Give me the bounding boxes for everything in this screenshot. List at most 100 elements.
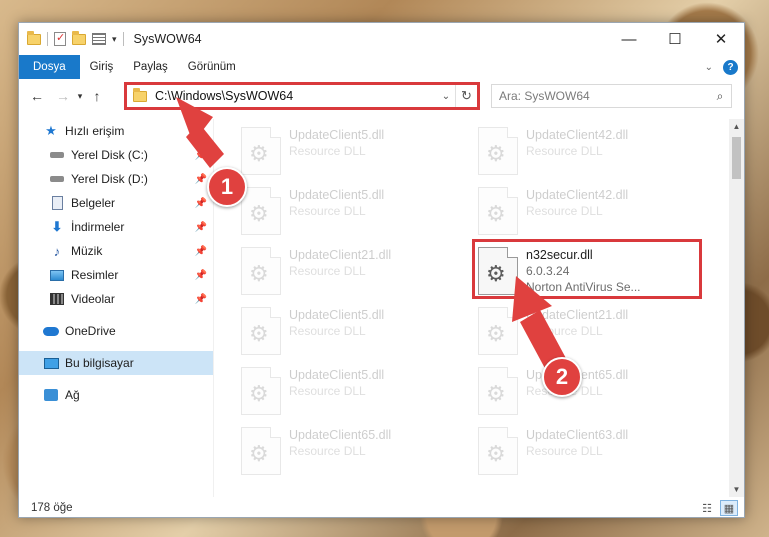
forward-arrow-icon[interactable]: →	[53, 88, 73, 104]
tab-view[interactable]: Görünüm	[178, 55, 246, 79]
videos-icon	[49, 292, 65, 306]
scrollbar-thumb[interactable]	[732, 137, 741, 179]
file-item[interactable]: ⚙ UpdateClient21.dll Resource DLL	[241, 243, 471, 299]
search-box[interactable]: Ara: SysWOW64 ⌕	[491, 84, 732, 108]
file-type: Resource DLL	[289, 444, 366, 458]
dll-file-icon: ⚙	[241, 187, 281, 235]
pin-icon[interactable]: 📌	[195, 198, 207, 209]
sidebar-item-label: İndirmeler	[71, 220, 125, 234]
search-icon[interactable]: ⌕	[709, 89, 731, 104]
sidebar-item-label: Belgeler	[71, 196, 116, 210]
sidebar-item-videos[interactable]: Videolar 📌	[19, 287, 213, 311]
file-name: UpdateClient5.dll	[289, 188, 385, 202]
sidebar-item-label: OneDrive	[65, 324, 116, 338]
file-type: Resource DLL	[526, 204, 603, 218]
recent-locations-chevron-icon[interactable]: ▾	[73, 91, 87, 102]
item-count: 178 öğe	[31, 502, 73, 514]
status-bar: 178 öğe ☷ ▦	[19, 497, 744, 519]
onedrive-icon	[43, 324, 59, 338]
file-item[interactable]: ⚙ UpdateClient5.dll Resource DLL	[241, 183, 471, 239]
sidebar-item-quick-access[interactable]: ★ Hızlı erişim	[19, 119, 213, 143]
window-title: SysWOW64	[133, 32, 202, 46]
view-switcher: ☷ ▦	[698, 500, 738, 516]
pin-icon[interactable]: 📌	[195, 246, 207, 257]
chevron-down-icon[interactable]: ▾	[112, 34, 117, 45]
star-icon: ★	[45, 123, 57, 138]
file-item[interactable]: ⚙ UpdateClient5.dll Resource DLL	[241, 123, 471, 179]
file-item[interactable]: ⚙ UpdateClient21.dll Resource DLL	[478, 303, 708, 359]
details-view-icon[interactable]: ☷	[698, 500, 716, 516]
vertical-scrollbar[interactable]: ▲ ▼	[729, 119, 744, 497]
toolbar-separator	[47, 32, 48, 46]
back-arrow-icon[interactable]: ←	[27, 88, 47, 104]
title-bar: ▾ SysWOW64 — ☐ ✕	[19, 23, 744, 55]
new-folder-icon[interactable]	[72, 30, 86, 45]
sidebar-item-downloads[interactable]: ⬇ İndirmeler 📌	[19, 215, 213, 239]
close-button[interactable]: ✕	[698, 23, 744, 55]
file-item[interactable]: ⚙ UpdateClient65.dll Resource DLL	[241, 423, 471, 479]
file-name: UpdateClient21.dll	[526, 308, 629, 322]
search-input[interactable]: Ara: SysWOW64	[499, 89, 709, 103]
up-arrow-icon[interactable]: ↑	[87, 88, 107, 104]
file-item[interactable]: ⚙ UpdateClient5.dll Resource DLL	[241, 303, 471, 359]
help-icon[interactable]: ?	[723, 59, 738, 75]
sidebar-item-this-pc[interactable]: Bu bilgisayar	[19, 351, 213, 375]
file-name: UpdateClient5.dll	[289, 308, 385, 322]
file-item[interactable]: ⚙ UpdateClient5.dll Resource DLL	[241, 363, 471, 419]
sidebar-item-label: Müzik	[71, 244, 103, 258]
sidebar-item-pictures[interactable]: Resimler 📌	[19, 263, 213, 287]
file-name: UpdateClient21.dll	[289, 248, 392, 262]
file-name: UpdateClient63.dll	[526, 428, 629, 442]
navigation-pane: ★ Hızlı erişim Yerel Disk (C:) 📌 Yerel D…	[19, 119, 213, 497]
sidebar-item-local-disk-c[interactable]: Yerel Disk (C:) 📌	[19, 143, 213, 167]
file-item[interactable]: ⚙ UpdateClient42.dll Resource DLL	[478, 123, 708, 179]
pin-icon[interactable]: 📌	[195, 150, 207, 161]
file-name: UpdateClient42.dll	[526, 128, 629, 142]
scroll-down-icon[interactable]: ▼	[729, 482, 744, 497]
tiles-view-icon[interactable]: ▦	[720, 500, 738, 516]
dll-file-icon: ⚙	[478, 427, 518, 475]
folder-icon	[27, 30, 41, 45]
file-type: Resource DLL	[526, 144, 603, 158]
sidebar-item-onedrive[interactable]: OneDrive	[19, 319, 213, 343]
sidebar-item-label: Yerel Disk (C:)	[71, 148, 148, 162]
tab-share[interactable]: Paylaş	[123, 55, 178, 79]
pin-icon[interactable]: 📌	[195, 270, 207, 281]
scroll-up-icon[interactable]: ▲	[729, 119, 744, 134]
file-item[interactable]: ⚙ UpdateClient42.dll Resource DLL	[478, 183, 708, 239]
drive-icon	[49, 172, 65, 186]
sidebar-item-network[interactable]: Ağ	[19, 383, 213, 407]
file-item[interactable]: ⚙ UpdateClient65.dll Resource DLL	[478, 363, 708, 419]
dll-file-icon: ⚙	[241, 127, 281, 175]
minimize-button[interactable]: —	[606, 23, 652, 55]
toolbar-separator	[122, 32, 124, 46]
file-item[interactable]: ⚙ UpdateClient63.dll Resource DLL	[478, 423, 708, 479]
pictures-icon	[49, 268, 65, 282]
drive-icon	[49, 148, 65, 162]
pin-icon[interactable]: 📌	[195, 294, 207, 305]
pin-icon[interactable]: 📌	[195, 174, 207, 185]
window-controls: — ☐ ✕	[606, 23, 744, 55]
file-type: Resource DLL	[289, 324, 366, 338]
file-name: UpdateClient42.dll	[526, 188, 629, 202]
sidebar-item-local-disk-d[interactable]: Yerel Disk (D:) 📌	[19, 167, 213, 191]
sidebar-item-music[interactable]: ♪ Müzik 📌	[19, 239, 213, 263]
file-highlight-box	[472, 239, 702, 299]
pin-icon[interactable]: 📌	[195, 222, 207, 233]
sidebar-item-label: Bu bilgisayar	[65, 356, 134, 370]
file-type: Resource DLL	[289, 204, 366, 218]
properties-check-icon[interactable]	[54, 31, 66, 46]
tab-home[interactable]: Giriş	[80, 55, 124, 79]
file-type: Resource DLL	[526, 324, 603, 338]
customize-toolbar-icon[interactable]	[92, 33, 106, 45]
expand-ribbon-icon[interactable]: ⌄	[705, 62, 713, 73]
file-type: Resource DLL	[289, 384, 366, 398]
maximize-button[interactable]: ☐	[652, 23, 698, 55]
sidebar-item-label: Videolar	[71, 292, 115, 306]
downloads-icon: ⬇	[51, 219, 63, 234]
sidebar-item-label: Ağ	[65, 388, 80, 402]
computer-icon	[43, 356, 59, 370]
sidebar-item-label: Resimler	[71, 268, 119, 282]
tab-file[interactable]: Dosya	[19, 55, 80, 79]
sidebar-item-documents[interactable]: Belgeler 📌	[19, 191, 213, 215]
